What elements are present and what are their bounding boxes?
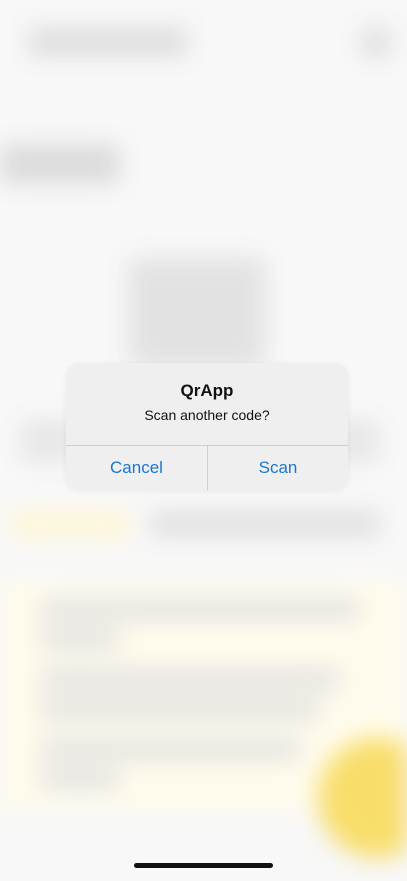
scan-button[interactable]: Scan — [208, 446, 348, 490]
alert-message: Scan another code? — [144, 407, 270, 423]
cancel-button[interactable]: Cancel — [66, 446, 207, 490]
alert-dialog: QrApp Scan another code? Cancel Scan — [66, 363, 348, 490]
alert-title: QrApp — [180, 381, 234, 400]
home-indicator — [134, 863, 273, 868]
